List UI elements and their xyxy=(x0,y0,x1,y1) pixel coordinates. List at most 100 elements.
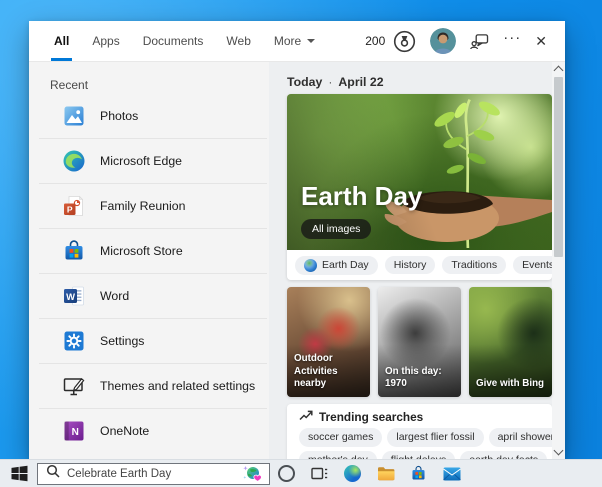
trending-chip-flight-delays[interactable]: flight delays xyxy=(382,451,455,459)
taskbar xyxy=(0,459,602,487)
today-separator: · xyxy=(328,75,332,89)
recent-panel: Recent Photos Microsoft Edge xyxy=(29,62,269,459)
chip-history[interactable]: History xyxy=(385,256,436,275)
recent-item-label: Microsoft Store xyxy=(100,244,183,258)
edge-icon xyxy=(344,465,361,482)
card-label: Give with Bing xyxy=(476,378,550,391)
trending-chip-soccer-games[interactable]: soccer games xyxy=(299,428,382,447)
recent-item-label: Photos xyxy=(100,109,138,123)
word-icon: W xyxy=(62,284,86,308)
earth-day-title: Earth Day xyxy=(301,181,422,212)
recent-item-label: Microsoft Edge xyxy=(100,154,182,168)
scroll-up-icon[interactable] xyxy=(554,66,564,76)
more-options-icon[interactable]: ··· xyxy=(503,33,521,49)
store-taskbar-icon[interactable] xyxy=(402,465,435,482)
trending-icon xyxy=(299,408,313,426)
recent-item-label: Settings xyxy=(100,334,144,348)
trending-chip-april-showers[interactable]: april showers xyxy=(489,428,552,447)
trending-title-row: Trending searches xyxy=(299,410,540,424)
powerpoint-file-icon: P xyxy=(62,194,86,218)
edge-taskbar-icon[interactable] xyxy=(336,465,369,482)
tab-all[interactable]: All xyxy=(54,21,69,61)
today-header: Today · April 22 xyxy=(287,75,552,91)
settings-icon xyxy=(62,329,86,353)
scroll-down-icon[interactable] xyxy=(554,446,564,456)
all-images-button[interactable]: All images xyxy=(301,219,371,239)
svg-text:N: N xyxy=(72,427,79,438)
chip-traditions[interactable]: Traditions xyxy=(442,256,506,275)
trending-row-2: mother's day flight delays earth day fac… xyxy=(299,451,540,459)
filter-tabs: All Apps Documents Web More xyxy=(54,21,315,61)
more-dropdown-caret-icon xyxy=(307,39,315,43)
svg-text:W: W xyxy=(66,291,75,302)
scrollbar-thumb[interactable] xyxy=(554,77,563,257)
recent-item-label: Themes and related settings xyxy=(100,379,255,393)
recent-item-word[interactable]: W Word xyxy=(39,273,267,318)
taskbar-search-box[interactable] xyxy=(37,463,270,485)
topbar-actions: 200 ··· ✕ xyxy=(365,21,565,61)
info-cards-row: Outdoor Activities nearby On this day: 1… xyxy=(287,287,552,397)
edge-icon xyxy=(62,149,86,173)
search-highlight-icon[interactable] xyxy=(235,464,269,484)
recent-item-microsoft-edge[interactable]: Microsoft Edge xyxy=(39,138,267,183)
trending-row-1: soccer games largest flier fossil april … xyxy=(299,428,540,447)
feedback-icon[interactable] xyxy=(470,33,489,50)
today-label: Today xyxy=(287,75,322,89)
today-panel: Today · April 22 xyxy=(269,62,552,459)
card-outdoor-activities[interactable]: Outdoor Activities nearby xyxy=(287,287,370,397)
onenote-icon: N xyxy=(62,419,86,443)
mail-icon[interactable] xyxy=(435,467,468,481)
scrollbar-track[interactable] xyxy=(552,77,565,444)
recent-header: Recent xyxy=(50,78,269,94)
themes-monitor-pen-icon xyxy=(62,374,86,398)
trending-chip-mothers-day[interactable]: mother's day xyxy=(299,451,377,459)
today-date: April 22 xyxy=(338,75,383,89)
trending-chip-earth-day-facts[interactable]: earth day facts xyxy=(460,451,547,459)
tab-more[interactable]: More xyxy=(274,21,315,61)
recent-item-photos[interactable]: Photos xyxy=(39,94,267,138)
photos-icon xyxy=(62,104,86,128)
trending-searches-card: Trending searches soccer games largest f… xyxy=(287,404,552,459)
recent-item-label: Word xyxy=(100,289,129,303)
chip-events[interactable]: Events xyxy=(513,256,552,275)
tab-apps[interactable]: Apps xyxy=(92,21,119,61)
earth-day-image: Earth Day All images xyxy=(287,94,552,250)
recent-list: Photos Microsoft Edge P Family Reunion xyxy=(39,94,267,453)
recent-item-themes[interactable]: Themes and related settings xyxy=(39,363,267,408)
search-icon xyxy=(46,464,60,483)
recent-item-label: Family Reunion xyxy=(100,199,185,213)
search-input[interactable] xyxy=(60,468,235,480)
svg-text:P: P xyxy=(67,204,73,214)
trending-title: Trending searches xyxy=(319,410,423,424)
recent-item-family-reunion[interactable]: P Family Reunion xyxy=(39,183,267,228)
tab-documents[interactable]: Documents xyxy=(143,21,204,61)
window-content: Recent Photos Microsoft Edge xyxy=(29,62,565,459)
search-window: All Apps Documents Web More 200 ··· ✕ xyxy=(29,21,565,459)
recent-item-onenote[interactable]: N OneNote xyxy=(39,408,267,453)
earth-day-card[interactable]: Earth Day All images Earth Day History T… xyxy=(287,94,552,280)
card-label: Outdoor Activities nearby xyxy=(294,353,368,391)
recent-item-label: OneNote xyxy=(100,424,149,438)
card-label: On this day: 1970 xyxy=(385,366,459,391)
rewards-medal-icon[interactable] xyxy=(393,30,416,53)
trending-chip-largest-flier-fossil[interactable]: largest flier fossil xyxy=(387,428,483,447)
card-give-with-bing[interactable]: Give with Bing xyxy=(469,287,552,397)
close-icon[interactable]: ✕ xyxy=(535,33,547,50)
rewards-points: 200 xyxy=(365,34,385,48)
scrollbar[interactable] xyxy=(552,62,565,459)
windows-start-button[interactable] xyxy=(10,465,28,482)
globe-icon xyxy=(304,259,317,272)
recent-item-settings[interactable]: Settings xyxy=(39,318,267,363)
card-on-this-day-1970[interactable]: On this day: 1970 xyxy=(378,287,461,397)
user-avatar[interactable] xyxy=(430,28,456,54)
file-explorer-icon[interactable] xyxy=(369,466,402,481)
seedling-illustration xyxy=(391,96,534,248)
cortana-icon xyxy=(278,465,295,482)
task-view-button[interactable] xyxy=(303,466,336,481)
cortana-button[interactable] xyxy=(270,465,303,482)
search-filter-bar: All Apps Documents Web More 200 ··· ✕ xyxy=(29,21,565,62)
recent-item-microsoft-store[interactable]: Microsoft Store xyxy=(39,228,267,273)
tab-web[interactable]: Web xyxy=(226,21,250,61)
chip-earth-day[interactable]: Earth Day xyxy=(295,256,378,275)
desktop-wallpaper: All Apps Documents Web More 200 ··· ✕ xyxy=(0,0,602,487)
